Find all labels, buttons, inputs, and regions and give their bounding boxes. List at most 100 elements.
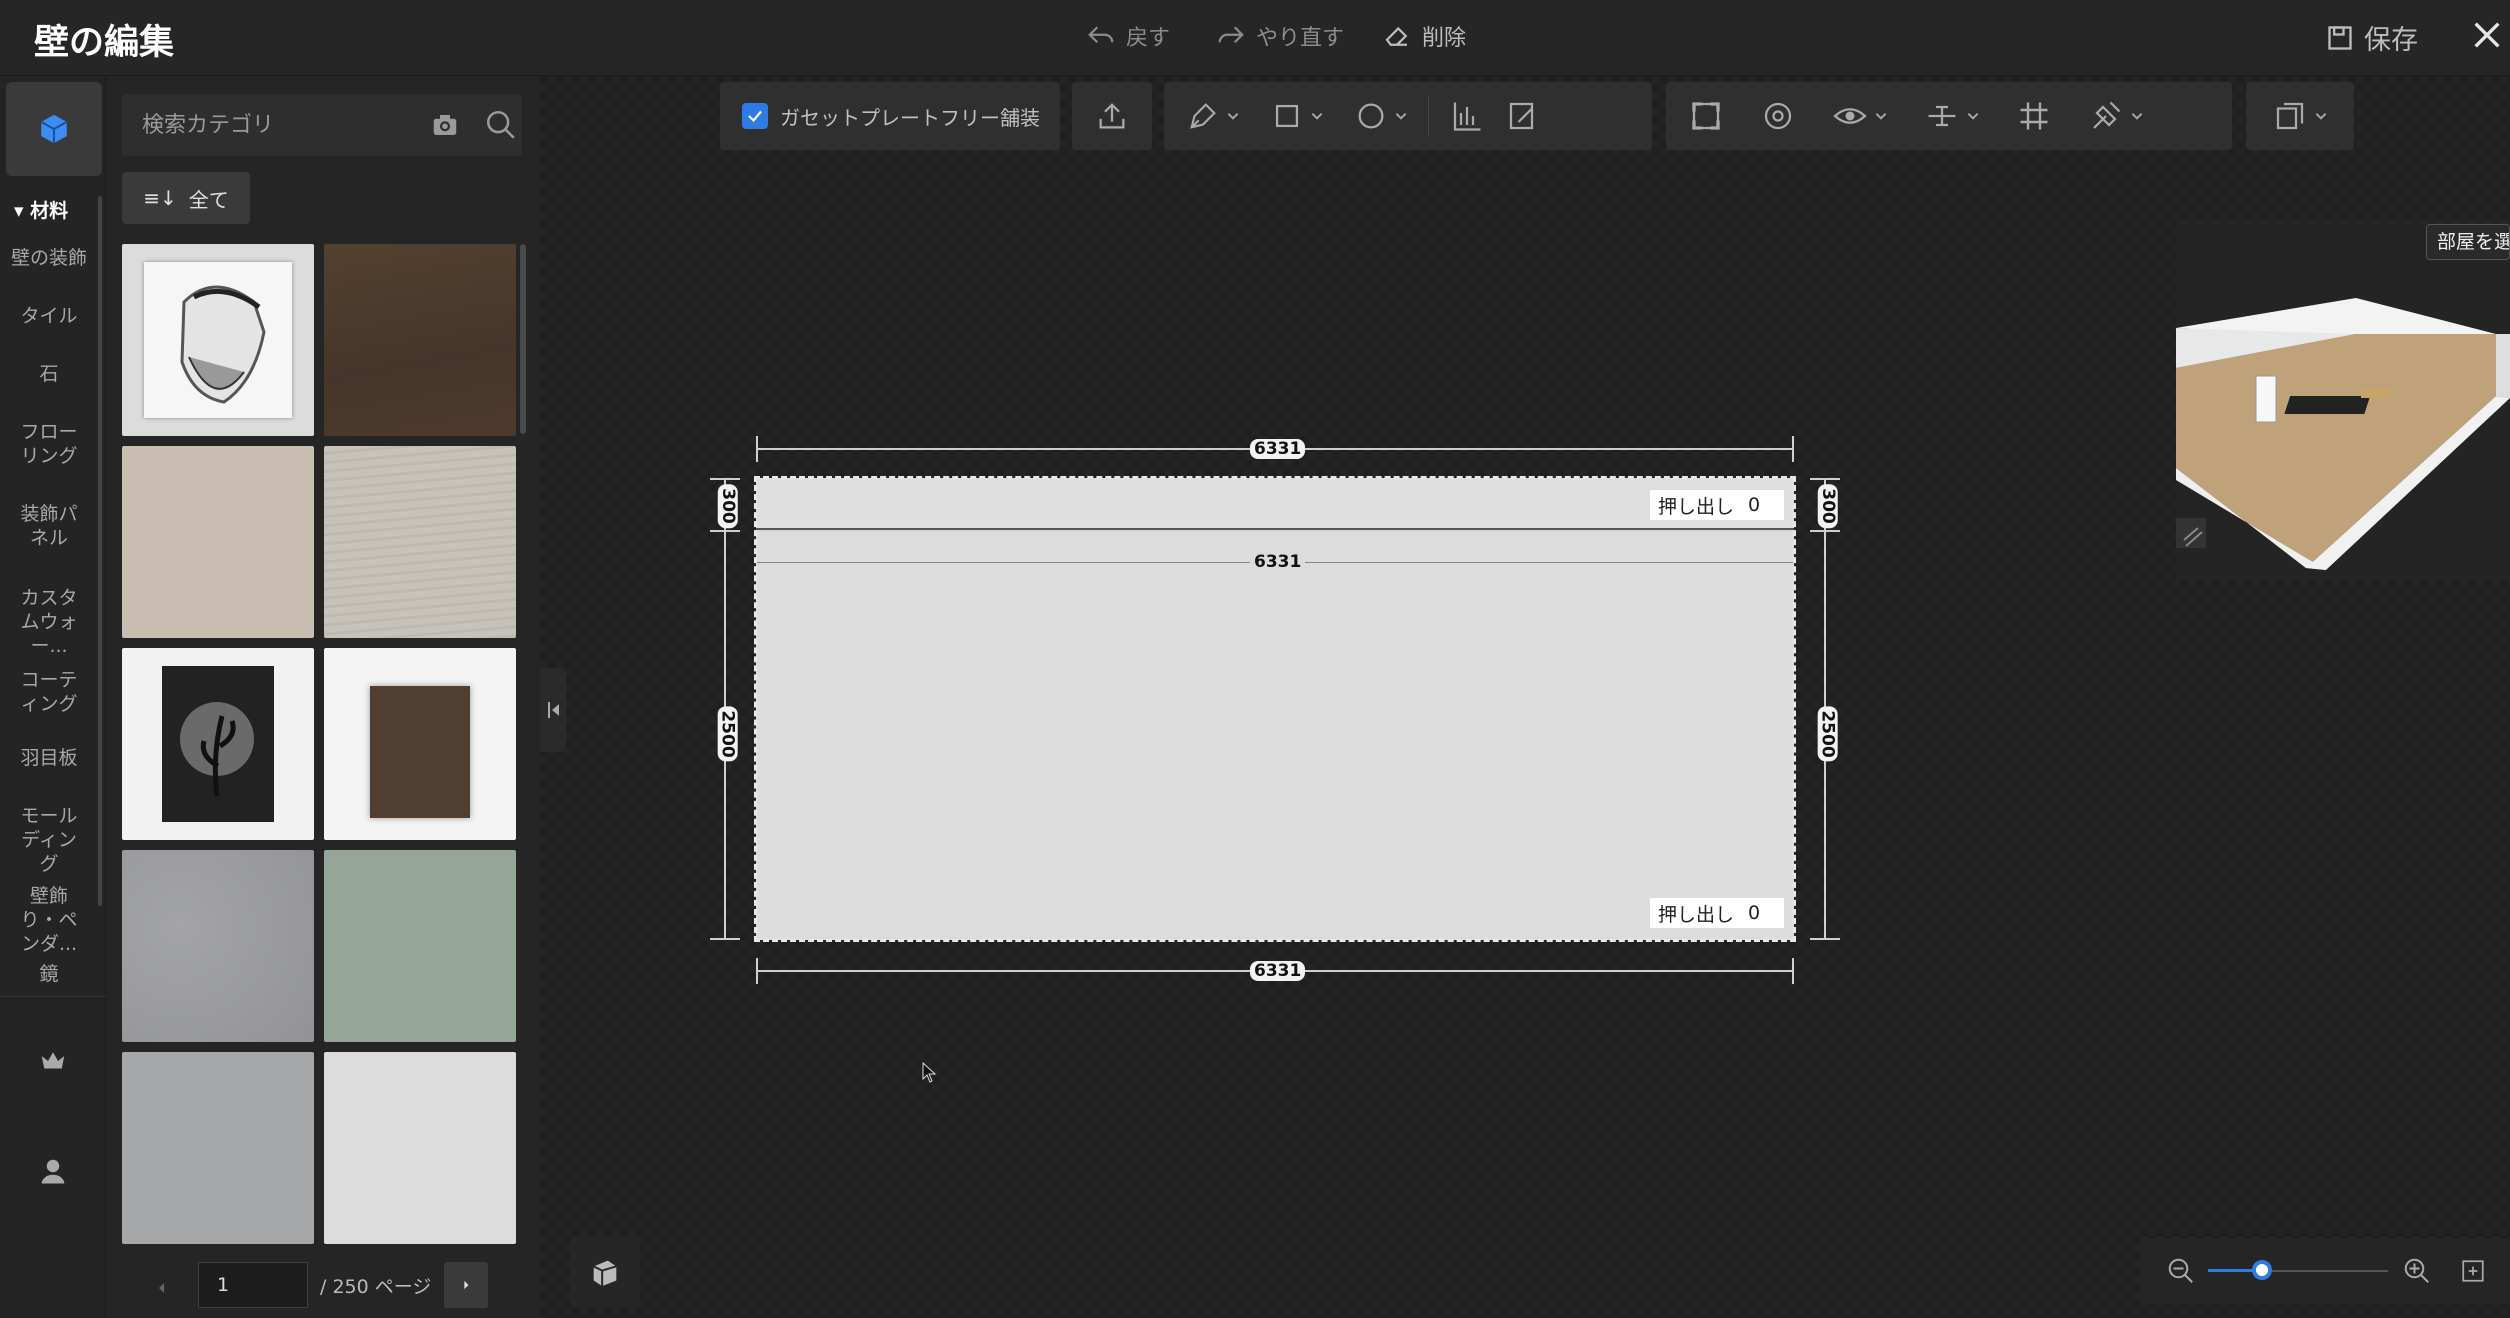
material-tile[interactable] xyxy=(324,446,516,638)
undo-icon xyxy=(1088,26,1114,44)
chevron-down-icon xyxy=(1227,113,1239,120)
prev-page-icon[interactable] xyxy=(150,1276,174,1300)
filter-all-button[interactable]: ≡↓ 全て xyxy=(122,172,250,224)
pen-tool[interactable] xyxy=(1186,99,1240,133)
materials-section-label: 材料 xyxy=(30,200,69,222)
search-input[interactable] xyxy=(122,94,392,156)
view-3d-button[interactable] xyxy=(570,1236,640,1308)
grid-icon[interactable] xyxy=(2016,98,2052,134)
dim-tick xyxy=(1810,530,1840,532)
sidebar-item-stone[interactable]: 石 xyxy=(4,362,94,386)
bearded-man-sketch xyxy=(144,262,292,418)
crown-icon[interactable] xyxy=(38,1046,68,1076)
copy-icon xyxy=(2276,102,2304,130)
camera-icon[interactable] xyxy=(430,110,460,140)
material-tile[interactable] xyxy=(324,648,516,840)
sidebar-item-coating[interactable]: コーティング xyxy=(4,668,94,716)
save-label: 保存 xyxy=(2364,25,2418,56)
rail-scrollbar[interactable] xyxy=(98,196,102,906)
rail-divider xyxy=(0,996,106,997)
sidebar-item-pendant[interactable]: 壁飾り・ペンダ... xyxy=(4,884,94,956)
bed-shape xyxy=(2284,396,2371,414)
edit-layout-icon[interactable] xyxy=(1505,98,1541,134)
gusset-toggle[interactable]: ガセットプレートフリー舗装 xyxy=(720,82,1060,150)
panel-scrollbar[interactable] xyxy=(520,244,526,434)
dim-tick xyxy=(710,478,740,480)
dim-tick xyxy=(1810,478,1840,480)
paint-brush-icon xyxy=(2093,101,2121,129)
chevron-down-icon xyxy=(1875,113,1887,120)
sidebar-item-flooring[interactable]: フローリング xyxy=(4,420,94,468)
wood-panel-frame xyxy=(370,686,470,818)
material-tile[interactable] xyxy=(324,1052,516,1244)
chevron-down-icon xyxy=(1395,113,1407,120)
material-tile[interactable] xyxy=(122,648,314,840)
sidebar-item-wainscot[interactable]: 羽目板 xyxy=(4,746,94,770)
export-button[interactable] xyxy=(1072,82,1152,150)
sidebar-item-mirror[interactable]: 鏡 xyxy=(4,962,94,986)
paint-tool[interactable] xyxy=(2088,98,2144,134)
distribute-tool[interactable] xyxy=(1924,98,1980,134)
zoom-slider-handle[interactable] xyxy=(2252,1260,2272,1280)
dim-tick xyxy=(756,436,758,462)
materials-section-header[interactable]: ▾ 材料 xyxy=(14,196,68,223)
fit-screen-icon[interactable] xyxy=(2460,1258,2486,1284)
material-tile[interactable] xyxy=(122,244,314,436)
door-shape xyxy=(2255,375,2277,423)
locate-icon[interactable] xyxy=(1760,98,1796,134)
next-page-button[interactable] xyxy=(444,1262,488,1308)
gusset-checkbox[interactable] xyxy=(742,103,768,129)
redo-button[interactable]: やり直す xyxy=(1216,20,1344,52)
sidebar-item-custom-wall[interactable]: カスタムウォー... xyxy=(4,586,94,658)
page-total-label: / 250 ページ xyxy=(320,1276,432,1298)
material-cube-icon xyxy=(40,114,68,144)
room-3d-render xyxy=(2176,298,2510,570)
zoom-out-icon[interactable] xyxy=(2166,1256,2196,1286)
undo-button[interactable]: 戻す xyxy=(1086,20,1170,52)
delete-button[interactable]: 削除 xyxy=(1382,20,1466,52)
room-3d-preview[interactable] xyxy=(2176,218,2510,580)
dim-height-left: 2500 xyxy=(717,706,738,762)
material-tile[interactable] xyxy=(122,850,314,1042)
next-page-icon xyxy=(464,1280,469,1290)
undo-label: 戻す xyxy=(1126,26,1171,51)
visibility-tool[interactable] xyxy=(1832,98,1888,134)
portrait-sketch-icon xyxy=(180,285,266,404)
dim-height-right: 2500 xyxy=(1817,706,1838,762)
align-icon[interactable] xyxy=(1449,98,1485,134)
close-icon[interactable] xyxy=(2470,18,2504,52)
filter-label: 全て xyxy=(188,187,229,212)
page-number-input[interactable] xyxy=(198,1262,308,1308)
copy-tool[interactable] xyxy=(2246,82,2354,150)
leaf-art-frame xyxy=(162,666,274,822)
select-room-button[interactable]: 部屋を選 xyxy=(2426,224,2510,260)
toolbar-divider xyxy=(1428,96,1429,136)
dim-tick xyxy=(710,938,740,940)
material-tile[interactable] xyxy=(324,850,516,1042)
dim-height-top-left: 300 xyxy=(717,484,738,528)
user-icon[interactable] xyxy=(38,1156,68,1186)
sidebar-item-wall-decor[interactable]: 壁の装飾 xyxy=(4,246,94,270)
material-tile[interactable] xyxy=(324,244,516,436)
search-box xyxy=(122,94,522,156)
chevron-down-icon xyxy=(1311,113,1323,120)
sidebar-item-decor-panel[interactable]: 装飾パネル xyxy=(4,502,94,550)
fit-frame-icon[interactable] xyxy=(1688,98,1724,134)
dim-width-bottom: 6331 xyxy=(1250,961,1306,981)
category-rail: ▾ 材料 壁の装飾 タイル 石 フローリング 装飾パネル カスタムウォー... … xyxy=(0,76,106,1318)
sidebar-item-molding[interactable]: モールディング xyxy=(4,804,94,876)
leaf-icon xyxy=(200,715,236,796)
material-tile[interactable] xyxy=(122,446,314,638)
material-tab[interactable] xyxy=(6,82,102,176)
save-button[interactable]: 保存 xyxy=(2326,18,2418,57)
circle-tool[interactable] xyxy=(1354,99,1408,133)
dim-tick xyxy=(1792,436,1794,462)
sidebar-item-tile[interactable]: タイル xyxy=(4,304,94,328)
rect-tool[interactable] xyxy=(1270,99,1324,133)
collapse-panel-button[interactable] xyxy=(540,668,566,752)
cube-icon xyxy=(593,1260,617,1287)
search-icon[interactable] xyxy=(484,108,518,142)
material-tile[interactable] xyxy=(122,1052,314,1244)
save-icon xyxy=(2328,25,2352,50)
zoom-in-icon[interactable] xyxy=(2402,1256,2432,1286)
